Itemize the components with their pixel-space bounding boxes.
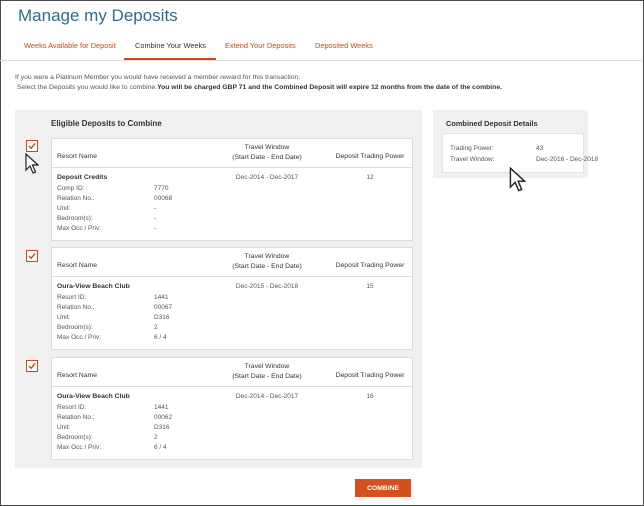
header-travel-window: Travel Window (Start Date - End Date) bbox=[232, 253, 302, 270]
header-travel-window: Travel Window (Start Date - End Date) bbox=[232, 144, 302, 161]
field-value: 7770 bbox=[154, 185, 169, 192]
charge-notice-prefix: Select the Deposits you would like to co… bbox=[16, 84, 158, 91]
check-icon bbox=[28, 143, 36, 150]
mouse-pointer-icon bbox=[25, 153, 39, 174]
check-icon bbox=[28, 253, 36, 260]
field-label: Relation No.: bbox=[57, 304, 95, 311]
field-label: Unit: bbox=[57, 205, 71, 212]
charge-notice: Select the Deposits you would like to co… bbox=[15, 83, 502, 93]
field-label: Resort ID: bbox=[57, 294, 87, 301]
platinum-notice: If you were a Platinum Member you would … bbox=[15, 74, 301, 81]
field-value: 6 / 4 bbox=[154, 444, 167, 451]
deposit-card-1: Resort Name Travel Window (Start Date - E… bbox=[51, 138, 413, 241]
tab-weeks-available[interactable]: Weeks Available for Deposit bbox=[24, 41, 116, 50]
mouse-pointer-icon bbox=[509, 167, 526, 192]
field-value: D316 bbox=[154, 314, 170, 321]
tab-extend-your-deposits[interactable]: Extend Your Deposits bbox=[225, 41, 296, 50]
field-label: Unit: bbox=[57, 314, 71, 321]
transaction-notice: If you were a Platinum Member you would … bbox=[15, 73, 502, 93]
field-value: - bbox=[154, 205, 157, 212]
combined-trading-power-value: 43 bbox=[536, 145, 544, 152]
deposit-card-3: Resort Name Travel Window (Start Date - E… bbox=[51, 357, 413, 460]
travel-window-value: Dec-2014 - Dec-2017 bbox=[235, 393, 299, 400]
field-label: Relation No.: bbox=[57, 414, 95, 421]
field-value: 2 bbox=[154, 324, 158, 331]
combined-trading-power-label: Trading Power: bbox=[450, 145, 494, 152]
field-value: 1441 bbox=[154, 404, 169, 411]
tab-deposited-weeks[interactable]: Deposited Weeks bbox=[315, 41, 373, 50]
page-title: Manage my Deposits bbox=[18, 6, 178, 25]
field-value: 6 / 4 bbox=[154, 334, 167, 341]
field-value: - bbox=[154, 215, 157, 222]
tab-combine-your-weeks[interactable]: Combine Your Weeks bbox=[135, 41, 206, 50]
field-label: Comp ID: bbox=[57, 185, 85, 192]
check-icon bbox=[28, 363, 36, 370]
header-resort-name: Resort Name bbox=[57, 153, 98, 160]
eligible-deposits-title: Eligible Deposits to Combine bbox=[51, 119, 162, 128]
field-label: Max Occ / Priv: bbox=[57, 444, 102, 451]
deposit-card-header: Resort Name Travel Window (Start Date - E… bbox=[52, 139, 412, 168]
field-label: Bedroom(s): bbox=[57, 324, 93, 331]
travel-window-value: Dec-2014 - Dec-2017 bbox=[235, 174, 299, 181]
field-value: - bbox=[154, 225, 157, 232]
travel-window-value: Dec-2015 - Dec-2018 bbox=[235, 283, 299, 290]
deposit-checkbox-2[interactable] bbox=[26, 250, 38, 262]
field-value: 00068 bbox=[154, 195, 173, 202]
trading-power-value: 16 bbox=[366, 393, 374, 400]
trading-power-value: 15 bbox=[366, 283, 374, 290]
active-tab-indicator bbox=[124, 58, 216, 60]
resort-name: Oura-View Beach Club bbox=[57, 393, 130, 400]
field-label: Bedroom(s): bbox=[57, 215, 93, 222]
field-value: 00062 bbox=[154, 414, 173, 421]
deposit-card-header: Resort Name Travel Window (Start Date - E… bbox=[52, 248, 412, 277]
field-value: 00067 bbox=[154, 304, 173, 311]
field-label: Max Occ / Priv: bbox=[57, 334, 102, 341]
combined-travel-window-value: Dec-2016 - Dec-2018 bbox=[536, 156, 599, 163]
deposit-card-2: Resort Name Travel Window (Start Date - E… bbox=[51, 247, 413, 350]
combine-button[interactable]: COMBINE bbox=[355, 479, 411, 497]
resort-name: Oura-View Beach Club bbox=[57, 283, 130, 290]
field-value: 1441 bbox=[154, 294, 169, 301]
combined-deposit-title: Combined Deposit Details bbox=[446, 119, 538, 128]
trading-power-value: 12 bbox=[366, 174, 374, 181]
header-trading-power: Deposit Trading Power bbox=[335, 153, 405, 160]
field-label: Unit: bbox=[57, 424, 71, 431]
header-resort-name: Resort Name bbox=[57, 262, 98, 269]
deposit-card-header: Resort Name Travel Window (Start Date - E… bbox=[52, 358, 412, 387]
deposit-checkbox-3[interactable] bbox=[26, 360, 38, 372]
tab-bar: Weeks Available for Deposit Combine Your… bbox=[0, 32, 642, 61]
combined-travel-window-label: Travel Window: bbox=[450, 156, 495, 163]
field-label: Bedroom(s): bbox=[57, 434, 93, 441]
field-value: D316 bbox=[154, 424, 170, 431]
deposit-checkbox-1[interactable] bbox=[26, 140, 38, 152]
resort-name: Deposit Credits bbox=[57, 174, 108, 181]
header-travel-window: Travel Window (Start Date - End Date) bbox=[232, 363, 302, 380]
header-resort-name: Resort Name bbox=[57, 372, 98, 379]
charge-notice-bold: You will be charged GBP 71 and the Combi… bbox=[157, 84, 502, 91]
field-label: Resort ID: bbox=[57, 404, 87, 411]
header-trading-power: Deposit Trading Power bbox=[335, 372, 405, 379]
field-value: 2 bbox=[154, 434, 158, 441]
header-trading-power: Deposit Trading Power bbox=[335, 262, 405, 269]
field-label: Max Occ / Priv: bbox=[57, 225, 102, 232]
field-label: Relation No.: bbox=[57, 195, 95, 202]
